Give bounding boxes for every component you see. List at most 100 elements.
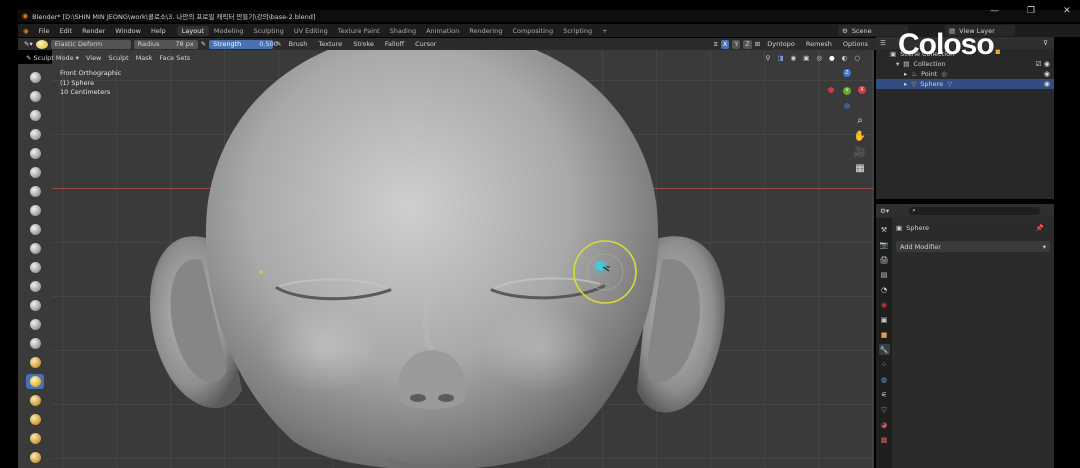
shading-solid-icon[interactable]: ● [829,54,835,62]
menu-view[interactable]: View [86,54,101,62]
restore-icon[interactable]: ❐ [1027,6,1035,16]
flatten-brush-tool[interactable] [26,260,44,275]
modifier-tab-icon[interactable]: 🔧 [878,344,890,355]
shading-wireframe-icon[interactable]: ◎ [816,54,822,62]
visibility-eye-icon[interactable]: ◉ [1044,70,1050,78]
options-dropdown[interactable]: Options [839,40,872,48]
constraints-tab-icon[interactable]: ⚟ [879,389,890,400]
draw-sharp-brush-tool[interactable] [26,89,44,104]
blob-brush-tool[interactable] [26,203,44,218]
collection-tab-icon[interactable]: ▣ [879,314,890,325]
transform-pivot-icon[interactable]: ⚲ [766,54,771,62]
gizmo-neg-x[interactable] [828,87,834,93]
strength-field[interactable]: Strength 0.500 [209,39,278,49]
outliner-editor-icon[interactable]: ☰ [880,39,886,47]
particles-tab-icon[interactable]: ⁘ [879,359,890,370]
thumb-brush-tool[interactable] [26,412,44,427]
camera-icon[interactable]: 🎥 [854,146,866,158]
tab-scripting[interactable]: Scripting [558,26,597,36]
add-modifier-button[interactable]: Add Modifier ▾ [896,241,1050,252]
view-layer-tab-icon[interactable]: ▤ [879,269,890,280]
properties-editor-icon[interactable]: ⚙▾ [880,207,889,215]
menu-edit[interactable]: Edit [55,27,78,35]
material-tab-icon[interactable]: ◕ [879,419,890,430]
scrape-brush-tool[interactable] [26,298,44,313]
inflate-brush-tool[interactable] [26,184,44,199]
close-icon[interactable]: ✕ [1063,6,1071,16]
grab-brush-tool[interactable] [26,355,44,370]
elastic-deform-brush-tool[interactable] [26,374,44,389]
clay-thumb-brush-tool[interactable] [26,146,44,161]
texture-tab-icon[interactable]: ▩ [879,434,890,445]
menu-file[interactable]: File [34,27,55,35]
sculpt-mode-dropdown[interactable]: ✎ Sculpt Mode ▾ [26,54,79,62]
brush-name-field[interactable]: Elastic Deform [50,39,131,49]
layer-brush-tool[interactable] [26,165,44,180]
shading-material-icon[interactable]: ◐ [842,54,848,62]
3d-viewport[interactable]: Front Orthographic (1) Sphere 10 Centime… [52,50,874,468]
visibility-icon[interactable]: ◨ [777,54,783,62]
pinch-brush-tool[interactable] [26,336,44,351]
blender-menu-icon[interactable]: ◉ [18,27,34,35]
pose-brush-tool[interactable] [26,431,44,446]
pan-hand-icon[interactable]: ✋ [854,130,866,142]
nudge-brush-tool[interactable] [26,450,44,465]
symmetry-icon[interactable]: ⧖ [713,40,718,49]
minimize-icon[interactable]: — [990,6,999,16]
menu-help[interactable]: Help [146,27,171,35]
clay-brush-tool[interactable] [26,108,44,123]
fill-brush-tool[interactable] [26,279,44,294]
menu-brush[interactable]: Brush [285,40,312,48]
multiplane-scrape-brush-tool[interactable] [26,317,44,332]
object-tab-icon[interactable]: ■ [879,329,890,340]
outliner-row-point[interactable]: ▸ ♨ Point ◎ ◉ [876,69,1054,79]
smooth-brush-tool[interactable] [26,241,44,256]
menu-texture[interactable]: Texture [314,40,346,48]
tab-texture-paint[interactable]: Texture Paint [333,26,385,36]
menu-cursor[interactable]: Cursor [411,40,440,48]
tool-tab-icon[interactable]: ⚒ [879,224,890,235]
render-tab-icon[interactable]: 📷 [879,239,890,250]
axis-z-toggle[interactable]: Z [743,39,752,49]
shading-rendered-icon[interactable]: ○ [854,54,860,62]
gizmo-y[interactable]: Y [843,87,851,95]
brush-preview-icon[interactable] [35,39,48,49]
pen-pressure-icon[interactable]: ✎ [201,40,206,48]
pin-icon[interactable]: 📌 [1036,224,1044,232]
add-workspace-button[interactable]: + [597,26,612,36]
expand-arrow-icon[interactable]: ▸ [904,80,907,88]
tab-sculpting[interactable]: Sculpting [248,26,288,36]
menu-face-sets[interactable]: Face Sets [159,54,190,62]
outliner-row-sphere[interactable]: ▸ ▽ Sphere ▽ ◉ [876,79,1054,89]
snake-hook-brush-tool[interactable] [26,393,44,408]
lock-icon[interactable]: ⊞ [755,40,760,48]
menu-stroke[interactable]: Stroke [349,40,378,48]
gizmo-x[interactable]: X [858,86,866,94]
output-tab-icon[interactable]: 🖨 [879,254,890,265]
crease-brush-tool[interactable] [26,222,44,237]
gizmo-neg-z[interactable] [844,103,850,109]
menu-sculpt[interactable]: Sculpt [108,54,128,62]
tab-rendering[interactable]: Rendering [464,26,507,36]
menu-window[interactable]: Window [110,27,146,35]
gizmo-z[interactable]: Z [843,69,851,77]
draw-brush-tool[interactable] [26,70,44,85]
menu-mask[interactable]: Mask [136,54,153,62]
overlays-icon[interactable]: ◉ [790,54,796,62]
visibility-eye-icon[interactable]: ☑ ◉ [1035,60,1050,68]
data-tab-icon[interactable]: ▽ [879,404,890,415]
pen-pressure-strength-icon[interactable]: ✎ [276,40,281,48]
tab-shading[interactable]: Shading [385,26,421,36]
dyntopo-dropdown[interactable]: Dyntopo [763,40,799,48]
menu-render[interactable]: Render [77,27,110,35]
world-tab-icon[interactable]: ◉ [879,299,890,310]
tab-compositing[interactable]: Compositing [507,26,558,36]
zoom-icon[interactable]: ⌕ [854,114,866,126]
xray-icon[interactable]: ▣ [803,54,809,62]
properties-search-input[interactable]: ⌕ [909,206,1040,215]
menu-falloff[interactable]: Falloff [381,40,408,48]
tab-layout[interactable]: Layout [176,25,209,36]
tab-animation[interactable]: Animation [421,26,464,36]
tab-modeling[interactable]: Modeling [209,26,249,36]
outliner-filter-icon[interactable]: ⊽ [1043,39,1048,47]
